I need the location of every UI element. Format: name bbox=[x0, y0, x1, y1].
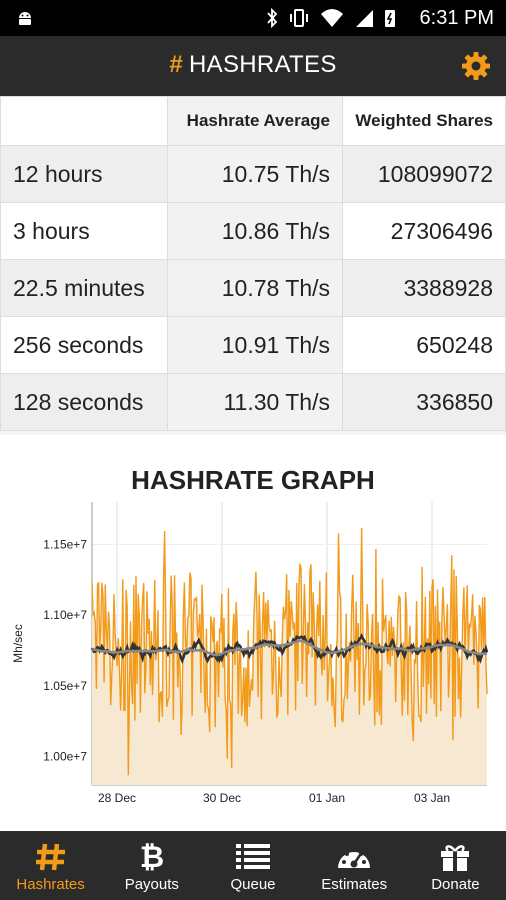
y-tick-label: 1.00e+7 bbox=[43, 750, 87, 764]
average-cell: 11.30 Th/s bbox=[167, 373, 343, 431]
x-tick-label: 01 Jan bbox=[309, 791, 345, 805]
period-cell: 12 hours bbox=[0, 145, 168, 203]
average-cell: 10.86 Th/s bbox=[167, 202, 343, 260]
shares-cell: 336850 bbox=[342, 373, 506, 431]
table-row: 12 hours 10.75 Th/s 108099072 bbox=[0, 145, 506, 203]
hash-icon bbox=[35, 843, 65, 871]
nav-label: Queue bbox=[230, 876, 276, 893]
page-title: # HASHRATES bbox=[0, 51, 506, 79]
wifi-icon bbox=[321, 9, 343, 27]
nav-donate[interactable]: Donate bbox=[405, 831, 506, 900]
table-header-row: Hashrate Average Weighted Shares bbox=[0, 96, 506, 146]
clock: 6:31 PM bbox=[419, 7, 494, 29]
hashrate-table: Hashrate Average Weighted Shares 12 hour… bbox=[0, 96, 506, 431]
vibrate-icon bbox=[290, 9, 308, 27]
table-row: 128 seconds 11.30 Th/s 336850 bbox=[0, 373, 506, 431]
signal-icon bbox=[356, 10, 373, 27]
shares-cell: 650248 bbox=[342, 316, 506, 374]
table-header bbox=[0, 96, 168, 146]
status-icons bbox=[266, 8, 396, 28]
nav-hashrates[interactable]: Hashrates bbox=[0, 831, 101, 900]
y-tick-label: 1.15e+7 bbox=[43, 537, 87, 551]
page-title-text: HASHRATES bbox=[189, 51, 337, 78]
x-tick-label: 30 Dec bbox=[203, 791, 241, 805]
bluetooth-icon bbox=[267, 8, 278, 28]
shares-cell: 3388928 bbox=[342, 259, 506, 317]
bottom-nav: Hashrates ₿ Payouts Queue Estimates Dona… bbox=[0, 831, 506, 900]
gauge-icon bbox=[338, 848, 371, 868]
gift-icon bbox=[441, 845, 470, 871]
nav-queue[interactable]: Queue bbox=[202, 831, 303, 900]
android-icon bbox=[19, 12, 31, 25]
y-tick-label: 1.10e+7 bbox=[43, 608, 87, 622]
x-tick-label: 28 Dec bbox=[98, 791, 136, 805]
graph-panel: HASHRATE GRAPH 28 Dec 30 Dec 01 Jan 03 Jan 1… bbox=[0, 435, 506, 831]
table-header: Weighted Shares bbox=[342, 96, 506, 146]
table-row: 256 seconds 10.91 Th/s 650248 bbox=[0, 316, 506, 374]
period-cell: 22.5 minutes bbox=[0, 259, 168, 317]
period-cell: 128 seconds bbox=[0, 373, 168, 431]
nav-label: Donate bbox=[431, 876, 480, 893]
nav-label: Estimates bbox=[321, 876, 388, 893]
y-axis-label: Mh/sec bbox=[11, 624, 25, 663]
average-cell: 10.91 Th/s bbox=[167, 316, 343, 374]
list-icon bbox=[236, 844, 270, 869]
shares-cell: 108099072 bbox=[342, 145, 506, 203]
y-tick-label: 1.05e+7 bbox=[43, 679, 87, 693]
average-cell: 10.75 Th/s bbox=[167, 145, 343, 203]
table-header: Hashrate Average bbox=[167, 96, 343, 146]
hash-icon: # bbox=[169, 51, 184, 78]
period-cell: 256 seconds bbox=[0, 316, 168, 374]
table-row: 22.5 minutes 10.78 Th/s 3388928 bbox=[0, 259, 506, 317]
nav-estimates[interactable]: Estimates bbox=[304, 831, 405, 900]
app-bar: # HASHRATES bbox=[0, 36, 506, 96]
status-bar: 6:31 PM bbox=[0, 0, 506, 36]
bitcoin-icon: ₿ bbox=[140, 840, 164, 872]
x-tick-label: 03 Jan bbox=[414, 791, 450, 805]
average-cell: 10.78 Th/s bbox=[167, 259, 343, 317]
shares-cell: 27306496 bbox=[342, 202, 506, 260]
hashrate-chart: 28 Dec 30 Dec 01 Jan 03 Jan 1.15e+7 1.10e+7 1.… bbox=[11, 502, 489, 805]
svg-text:₿: ₿ bbox=[140, 840, 164, 872]
battery-icon bbox=[385, 10, 395, 27]
period-cell: 3 hours bbox=[0, 202, 168, 260]
nav-payouts[interactable]: ₿ Payouts bbox=[101, 831, 202, 900]
nav-label: Hashrates bbox=[16, 876, 85, 893]
gear-icon[interactable] bbox=[460, 50, 492, 82]
table-row: 3 hours 10.86 Th/s 27306496 bbox=[0, 202, 506, 260]
nav-label: Payouts bbox=[124, 876, 179, 893]
